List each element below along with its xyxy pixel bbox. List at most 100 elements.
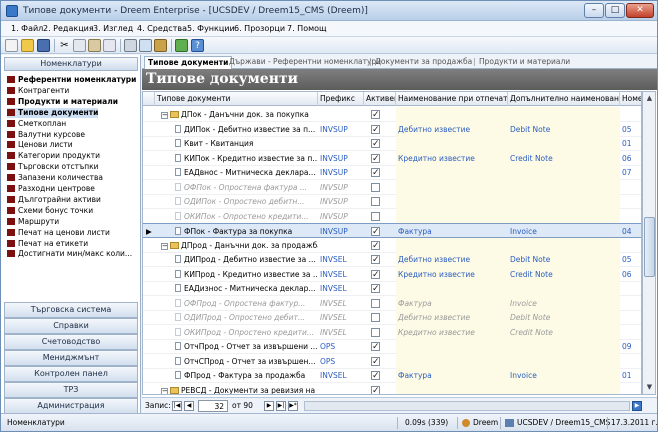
sidebar-item[interactable]: Валутни курсове [7,130,85,140]
sidebar-item[interactable]: Достигнати мин/макс коли... [7,249,132,259]
table-row[interactable]: − ДПрод - Данъчни док. за продажба [143,237,641,253]
refresh-icon[interactable] [175,39,188,52]
sidebar-item[interactable]: Печат на ценови листи [7,228,110,238]
table-row[interactable]: Квит - Квитанция 01 [143,136,641,151]
column-header-active[interactable]: Активен [364,92,396,106]
active-checkbox[interactable] [371,137,380,151]
active-checkbox[interactable] [371,282,380,296]
table-row[interactable]: ▶ФПок - Фактура за покупкаINVSUPФактураI… [143,223,641,239]
active-checkbox[interactable] [371,123,380,137]
new-icon[interactable] [5,39,18,52]
tab[interactable]: Документи за продажба [372,56,475,69]
prev-record-icon[interactable]: ◀ [184,401,194,411]
table-row[interactable]: − РЕВСД - Документи за ревизия на с... [143,382,641,394]
active-checkbox[interactable] [371,340,380,354]
sidebar-item[interactable]: Печат на етикети [7,239,88,249]
sidebar-item[interactable]: Схеми бонус точки [7,206,93,216]
table-row[interactable]: ДИПрод - Дебитно известие за ... INVSEL Де… [143,252,641,267]
save-icon[interactable] [37,39,50,52]
sidebar-group-button[interactable]: Справки [4,318,138,334]
copy-icon[interactable] [73,39,86,52]
active-checkbox[interactable] [371,355,380,369]
sidebar-item[interactable]: Категории продукти [7,151,100,161]
table-row[interactable]: ОФПок - Опростена фактура ... INVSUP [143,179,641,195]
active-checkbox[interactable] [371,384,380,394]
table-row[interactable]: ЕАДвнос - Митническа деклара... INVSUP 07 [143,165,641,180]
sidebar-header[interactable]: Номенклатури [4,57,138,71]
sidebar-group-button[interactable]: Мениджмънт [4,350,138,366]
sidebar-item[interactable]: Контрагенти [7,86,69,96]
table-row[interactable]: ФПрод - Фактура за продажба INVSEL Фактура… [143,368,641,383]
active-checkbox[interactable] [371,197,380,206]
new-record-icon[interactable]: ▶* [288,401,298,411]
column-header-prefix[interactable]: Префикс [318,92,364,106]
table-row[interactable]: ОтчПрод - Отчет за извършени ...OPS 09 [143,339,641,354]
active-checkbox[interactable] [371,225,380,239]
table-row[interactable]: ОКИПок - Опростено кредити... INVSUP [143,208,641,224]
collapse-toggle-icon[interactable]: − [161,387,168,394]
open-icon[interactable] [21,39,34,52]
sidebar-group-button[interactable]: Търговска система [4,302,138,318]
print-icon[interactable] [124,39,137,52]
menu-item[interactable]: 2. Редакция [43,24,94,33]
horizontal-scrollbar[interactable] [304,401,630,411]
scroll-right-icon[interactable]: ▶ [632,401,642,411]
column-header-number[interactable]: Номе [620,92,641,106]
table-row[interactable]: ОКИПрод - Опростено кредити... INVSEL Кред… [143,324,641,340]
active-checkbox[interactable] [371,108,380,122]
active-checkbox[interactable] [371,268,380,282]
tab[interactable]: Продукти и материали [476,56,573,69]
table-row[interactable]: ОФПрод - Опростена фактур... INVSEL Фактур… [143,295,641,311]
sidebar-item[interactable]: Разходни центрове [7,184,95,194]
active-checkbox[interactable] [371,253,380,267]
collapse-toggle-icon[interactable]: − [161,242,168,250]
active-checkbox[interactable] [371,211,380,221]
table-row[interactable]: ЕАДизнос - Митническа деклар... INVSEL [143,281,641,296]
sidebar-group-button[interactable]: ТРЗ [4,382,138,398]
menu-item[interactable]: 6. Прозорци [234,24,285,33]
sidebar-group-button[interactable]: Контролен панел [4,366,138,382]
minimize-button[interactable]: – [584,3,604,18]
sidebar-item[interactable]: Референтни номенклатури [7,75,136,85]
table-row[interactable]: − ДПок - Данъчни док. за покупка [143,107,641,122]
active-checkbox[interactable] [371,327,380,337]
scroll-down-icon[interactable]: ▼ [644,382,655,393]
sidebar-item[interactable]: Дълготрайни активи [7,195,101,205]
column-header-print-name[interactable]: Наименование при отпечат... [396,92,508,106]
paste-icon[interactable] [88,39,101,52]
scroll-thumb[interactable] [644,217,655,277]
menu-item[interactable]: 5. Функции [187,24,235,33]
menu-item[interactable]: 7. Помощ [287,24,327,33]
current-record-input[interactable]: 32 [198,400,228,412]
first-record-icon[interactable]: |◀ [172,401,182,411]
collapse-toggle-icon[interactable]: − [161,112,168,119]
table-row[interactable]: ДИПок - Дебитно известие за п... INVSUP Де… [143,121,641,137]
sidebar-item[interactable]: Запазени количества [7,173,103,183]
cut-icon[interactable]: ✂ [58,39,71,52]
menu-item[interactable]: 1. Файл [11,24,43,33]
next-record-icon[interactable]: ▶ [264,401,274,411]
active-checkbox[interactable] [371,313,380,322]
active-checkbox[interactable] [371,298,380,308]
sidebar-group-button[interactable]: Администрация [4,398,138,414]
last-record-icon[interactable]: ▶| [276,401,286,411]
sidebar-item[interactable]: Търговски отстъпки [7,162,99,172]
table-row[interactable]: ОДИПок - Опростено дебитн... INVSUP [143,194,641,209]
sidebar-group-button[interactable]: Счетоводство [4,334,138,350]
active-checkbox[interactable] [371,369,380,383]
grid-vertical-scrollbar[interactable]: ▲ ▼ [642,91,656,395]
help-icon[interactable]: ? [191,39,204,52]
print-preview-icon[interactable] [139,39,152,52]
sidebar-item[interactable]: Продукти и материали [7,97,118,107]
column-header-types[interactable]: Типове документи [155,92,318,106]
active-checkbox[interactable] [371,166,380,180]
tab[interactable]: Типове документи [144,56,233,69]
filter-icon[interactable] [154,39,167,52]
scroll-up-icon[interactable]: ▲ [644,93,655,104]
column-header-extra-name[interactable]: Допълнително наименован... [508,92,620,106]
sidebar-item[interactable]: Ценови листи [7,140,73,150]
find-icon[interactable] [103,39,116,52]
maximize-button[interactable]: □ [605,3,625,18]
active-checkbox[interactable] [371,239,380,253]
table-row[interactable]: ОДИПрод - Опростено дебит... INVSEL Дебитн… [143,310,641,325]
